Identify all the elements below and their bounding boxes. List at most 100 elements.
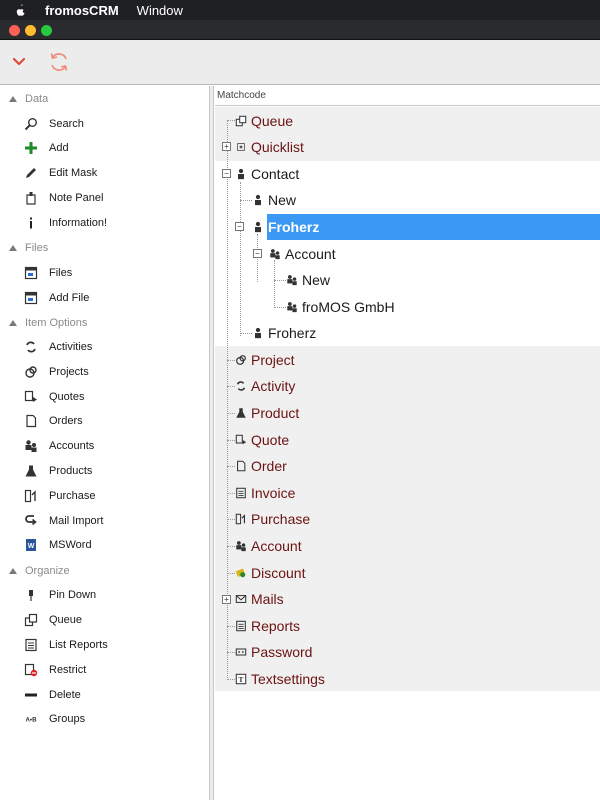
tree-node-textsettings[interactable]: T Textsettings — [234, 666, 325, 692]
sidebar-item-projects[interactable]: Projects — [0, 360, 210, 384]
quicklist-icon — [234, 141, 247, 154]
sidebar-item-groups[interactable]: A•B Groups — [0, 707, 210, 731]
orders-icon — [23, 413, 39, 429]
reports-icon — [23, 637, 39, 653]
projects-icon — [23, 364, 39, 380]
restrict-icon — [23, 662, 39, 678]
section-files-header[interactable]: Files — [0, 237, 210, 259]
tree-node-contact-froherz[interactable]: Froherz — [251, 214, 319, 240]
tree-node-project[interactable]: Project — [234, 347, 295, 373]
app-name-menu[interactable]: fromosCRM — [45, 3, 119, 18]
tree-node-quote[interactable]: Quote — [234, 427, 289, 453]
tree-node-quicklist[interactable]: Quicklist — [234, 134, 304, 160]
sidebar-item-purchase[interactable]: Purchase — [0, 484, 210, 508]
reports-icon — [234, 620, 247, 633]
expand-toggle-quicklist[interactable]: + — [222, 142, 231, 151]
sidebar-item-add[interactable]: Add — [0, 136, 210, 160]
sidebar-item-files[interactable]: Files — [0, 261, 210, 285]
sidebar-item-orders[interactable]: Orders — [0, 409, 210, 433]
disclosure-triangle-icon — [9, 320, 17, 326]
discount-icon — [234, 567, 247, 580]
zoom-window-button[interactable] — [41, 25, 52, 36]
accounts-icon — [285, 274, 298, 287]
sidebar-item-msword[interactable]: W MSWord — [0, 533, 210, 557]
tree-node-order[interactable]: Order — [234, 453, 287, 479]
sidebar-item-list-reports[interactable]: List Reports — [0, 633, 210, 657]
sidebar-item-restrict[interactable]: Restrict — [0, 658, 210, 682]
delete-icon — [23, 687, 39, 703]
accounts-icon — [234, 540, 247, 553]
section-data-header[interactable]: Data — [0, 88, 210, 110]
collapse-toggle-contact[interactable]: − — [222, 169, 231, 178]
pin-icon — [23, 587, 39, 603]
tree-node-contact-new[interactable]: New — [251, 187, 296, 213]
purchase-icon — [23, 488, 39, 504]
sidebar-item-add-file[interactable]: Add File — [0, 286, 210, 310]
tree-view: Matchcode + − − − + Queue Quicklist Cont… — [215, 86, 600, 800]
collapse-toggle-froherz[interactable]: − — [235, 222, 244, 231]
accounts-icon — [285, 301, 298, 314]
purchase-icon — [234, 513, 247, 526]
pane-splitter[interactable] — [210, 86, 214, 800]
collapse-button[interactable] — [5, 48, 33, 76]
sidebar-item-accounts[interactable]: Accounts — [0, 434, 210, 458]
invoice-icon — [234, 487, 247, 500]
tree-node-account-new[interactable]: New — [285, 267, 330, 293]
collapse-toggle-account[interactable]: − — [253, 249, 262, 258]
text-icon: T — [234, 673, 247, 686]
matchcode-column-header[interactable]: Matchcode — [215, 86, 600, 106]
disclosure-triangle-icon — [9, 96, 17, 102]
tree-node-queue[interactable]: Queue — [234, 108, 293, 134]
sidebar-item-queue[interactable]: Queue — [0, 608, 210, 632]
refresh-icon — [50, 53, 68, 71]
person-icon — [251, 327, 264, 340]
tree-node-purchase[interactable]: Purchase — [234, 506, 310, 532]
svg-text:W: W — [28, 543, 35, 550]
chevron-down-icon — [12, 57, 26, 66]
accounts-icon — [23, 438, 39, 454]
note-icon — [23, 190, 39, 206]
refresh-button[interactable] — [45, 48, 73, 76]
tree-node-account-fromos[interactable]: froMOS GmbH — [285, 294, 395, 320]
window-title-bar — [0, 20, 600, 40]
sidebar-item-quotes[interactable]: Quotes — [0, 385, 210, 409]
close-window-button[interactable] — [9, 25, 20, 36]
quotes-icon — [234, 434, 247, 447]
tree-node-invoice[interactable]: Invoice — [234, 480, 295, 506]
tree-node-account-folder[interactable]: Account — [268, 241, 336, 267]
plus-icon — [23, 140, 39, 156]
info-icon — [23, 215, 39, 231]
tree-node-discount[interactable]: Discount — [234, 560, 305, 586]
search-icon — [23, 116, 39, 132]
flask-icon — [234, 407, 247, 420]
window-menu[interactable]: Window — [137, 3, 183, 18]
sidebar-item-note-panel[interactable]: Note Panel — [0, 186, 210, 210]
tree-node-password[interactable]: Password — [234, 639, 312, 665]
apple-icon[interactable] — [13, 3, 27, 17]
tree-node-account[interactable]: Account — [234, 533, 302, 559]
sidebar-item-edit-mask[interactable]: Edit Mask — [0, 161, 210, 185]
tree-node-activity[interactable]: Activity — [234, 373, 295, 399]
section-organize-header[interactable]: Organize — [0, 560, 210, 582]
tree-node-mails[interactable]: Mails — [234, 586, 284, 612]
section-item-options-header[interactable]: Item Options — [0, 312, 210, 334]
sidebar-item-mail-import[interactable]: Mail Import — [0, 509, 210, 533]
person-icon — [251, 194, 264, 207]
tree-node-reports[interactable]: Reports — [234, 613, 300, 639]
minimize-window-button[interactable] — [25, 25, 36, 36]
menu-bar: fromosCRM Window — [0, 0, 600, 20]
sidebar-item-activities[interactable]: Activities — [0, 335, 210, 359]
flask-icon — [23, 463, 39, 479]
tree-node-froherz[interactable]: Froherz — [251, 320, 316, 346]
tree-node-product[interactable]: Product — [234, 400, 299, 426]
sidebar-item-products[interactable]: Products — [0, 459, 210, 483]
sidebar-item-information[interactable]: Information! — [0, 211, 210, 235]
password-icon — [234, 646, 247, 659]
svg-text:A•B: A•B — [26, 717, 38, 724]
tree-node-contact[interactable]: Contact — [234, 161, 299, 187]
sidebar-item-search[interactable]: Search — [0, 112, 210, 136]
word-icon: W — [23, 537, 39, 553]
expand-toggle-mails[interactable]: + — [222, 595, 231, 604]
sidebar-item-pin-down[interactable]: Pin Down — [0, 583, 210, 607]
sidebar-item-delete[interactable]: Delete — [0, 683, 210, 707]
